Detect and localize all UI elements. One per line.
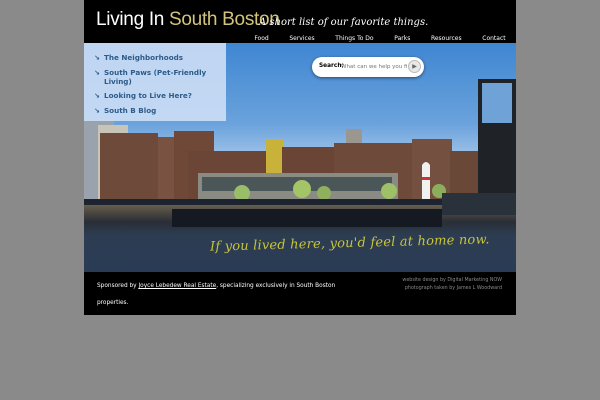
sidebar-menu: ↘ The Neighborhoods ↘ South Paws (Pet-Fr…	[84, 43, 226, 121]
logo-main-text: Living In	[96, 9, 170, 30]
nav-item-things-to-do[interactable]: Things To Do	[335, 35, 373, 42]
arrow-icon: ↘	[94, 92, 100, 100]
credit-design[interactable]: website design by Digital Marketing NOW	[402, 277, 502, 285]
sponsor-text: Sponsored by Joyce Lebedew Real Estate, …	[97, 278, 337, 312]
sidebar-item-label: South Paws (Pet-Friendly Living)	[104, 68, 207, 86]
nav-item-parks[interactable]: Parks	[394, 35, 410, 42]
credit-photo: photograph taken by James L Woodward	[404, 286, 502, 291]
sidebar-item-looking-to-live[interactable]: ↘ Looking to Live Here?	[94, 91, 214, 100]
site-logo[interactable]: Living In South Boston	[96, 9, 280, 31]
sponsor-link[interactable]: Joyce Lebedew Real Estate	[138, 283, 216, 289]
main-nav: Food Services Things To Do Parks Resourc…	[244, 33, 516, 43]
site-tagline: A short list of our favorite things.	[259, 17, 429, 28]
site-container: Living In South Boston A short list of o…	[84, 0, 516, 315]
sidebar-item-south-paws[interactable]: ↘ South Paws (Pet-Friendly Living)	[94, 68, 214, 86]
sidebar-item-blog[interactable]: ↘ South B Blog	[94, 106, 214, 115]
footer-credits: website design by Digital Marketing NOW …	[402, 277, 502, 293]
search-input[interactable]	[341, 61, 407, 72]
arrow-icon: ↘	[94, 54, 100, 62]
nav-item-services[interactable]: Services	[289, 35, 314, 42]
sidebar-item-label: Looking to Live Here?	[104, 91, 192, 100]
nav-item-resources[interactable]: Resources	[431, 35, 462, 42]
search-box: Search: ▶	[312, 57, 424, 77]
site-header: Living In South Boston A short list of o…	[84, 0, 516, 43]
sponsor-prefix: Sponsored by	[97, 283, 139, 289]
sidebar-item-neighborhoods[interactable]: ↘ The Neighborhoods	[94, 53, 214, 62]
nav-item-contact[interactable]: Contact	[482, 35, 505, 42]
arrow-icon: ↘	[94, 69, 100, 77]
arrow-icon: ↘	[94, 107, 100, 115]
nav-item-food[interactable]: Food	[254, 35, 268, 42]
search-submit-button[interactable]: ▶	[408, 60, 421, 73]
sidebar-item-label: South B Blog	[104, 106, 157, 115]
hero-photo: ↘ The Neighborhoods ↘ South Paws (Pet-Fr…	[84, 43, 516, 272]
site-footer: Sponsored by Joyce Lebedew Real Estate, …	[84, 272, 516, 315]
play-arrow-icon: ▶	[412, 63, 417, 70]
sidebar-item-label: The Neighborhoods	[104, 53, 184, 62]
